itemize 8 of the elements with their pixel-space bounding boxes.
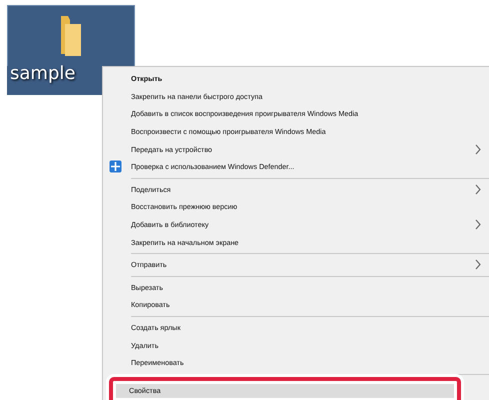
chevron-right-icon: [475, 184, 481, 195]
chevron-right-icon: [475, 144, 481, 155]
folder-icon: [59, 14, 83, 58]
shield-icon: [109, 160, 122, 173]
chevron-right-icon: [475, 219, 481, 230]
folder-name: sample: [7, 66, 102, 95]
desktop-folder[interactable]: [7, 5, 135, 66]
chevron-right-icon: [475, 259, 481, 270]
